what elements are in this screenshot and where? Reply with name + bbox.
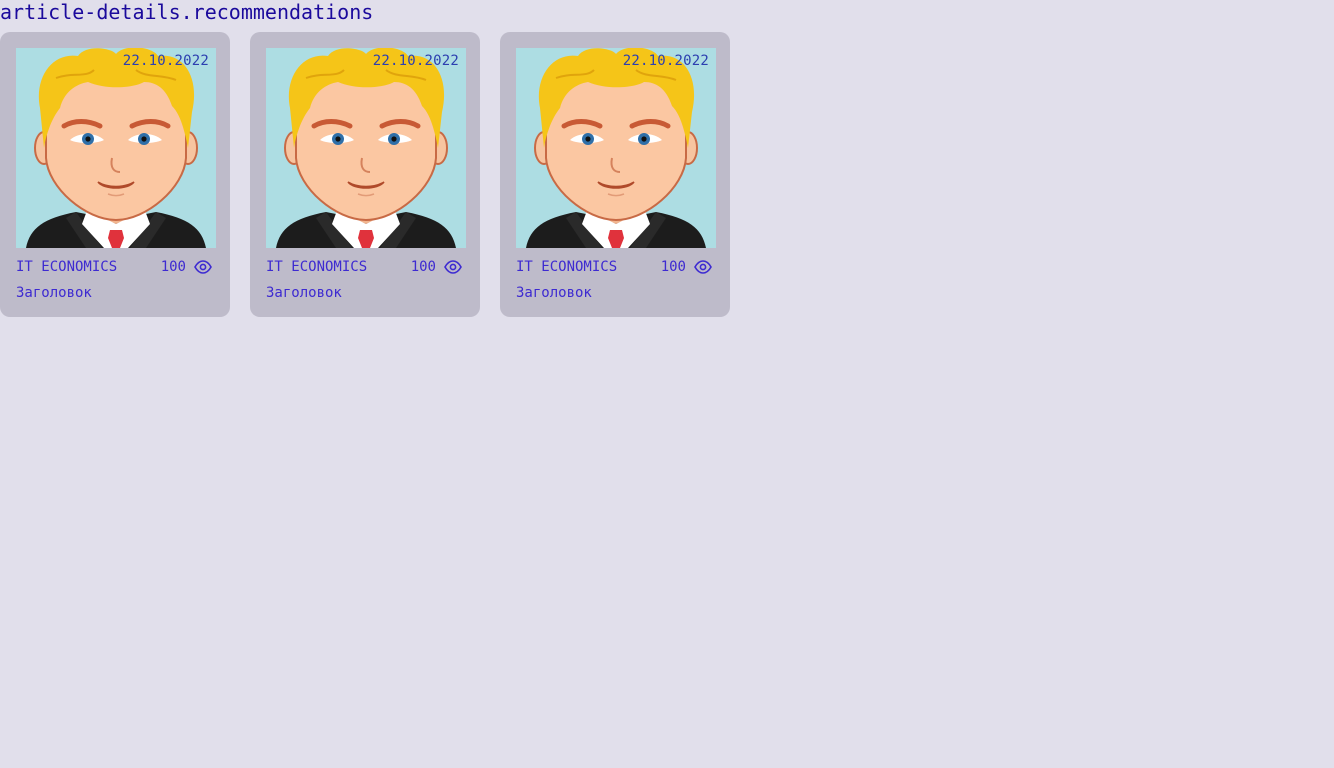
page-title: article-details.recommendations xyxy=(0,0,374,24)
article-info: IT ECONOMICS 100 xyxy=(16,258,214,276)
article-date: 22.10.2022 xyxy=(122,53,209,69)
recommendations-list: 22.10.2022 IT ECONOMICS 100 Заголовок 22… xyxy=(0,32,730,317)
article-title: Заголовок xyxy=(266,285,342,301)
eye-icon xyxy=(444,260,462,274)
views-count: 100 xyxy=(410,259,436,275)
article-card[interactable]: 22.10.2022 IT ECONOMICS 100 Заголовок xyxy=(250,32,480,317)
avatar-illustration xyxy=(516,48,716,248)
article-date: 22.10.2022 xyxy=(372,53,459,69)
article-type: IT ECONOMICS xyxy=(516,259,618,275)
eye-icon xyxy=(194,260,212,274)
article-views: 100 xyxy=(161,258,214,276)
article-image: 22.10.2022 xyxy=(16,48,216,248)
article-date: 22.10.2022 xyxy=(622,53,709,69)
article-image: 22.10.2022 xyxy=(516,48,716,248)
article-info: IT ECONOMICS 100 xyxy=(516,258,714,276)
views-count: 100 xyxy=(160,259,186,275)
article-title: Заголовок xyxy=(16,285,92,301)
article-card[interactable]: 22.10.2022 IT ECONOMICS 100 Заголовок xyxy=(0,32,230,317)
article-info: IT ECONOMICS 100 xyxy=(266,258,464,276)
article-title: Заголовок xyxy=(516,285,592,301)
eye-icon xyxy=(694,260,712,274)
article-card[interactable]: 22.10.2022 IT ECONOMICS 100 Заголовок xyxy=(500,32,730,317)
views-count: 100 xyxy=(660,259,686,275)
avatar-illustration xyxy=(266,48,466,248)
avatar-illustration xyxy=(16,48,216,248)
article-type: IT ECONOMICS xyxy=(16,259,118,275)
article-image: 22.10.2022 xyxy=(266,48,466,248)
article-type: IT ECONOMICS xyxy=(266,259,368,275)
article-views: 100 xyxy=(661,258,714,276)
article-views: 100 xyxy=(411,258,464,276)
